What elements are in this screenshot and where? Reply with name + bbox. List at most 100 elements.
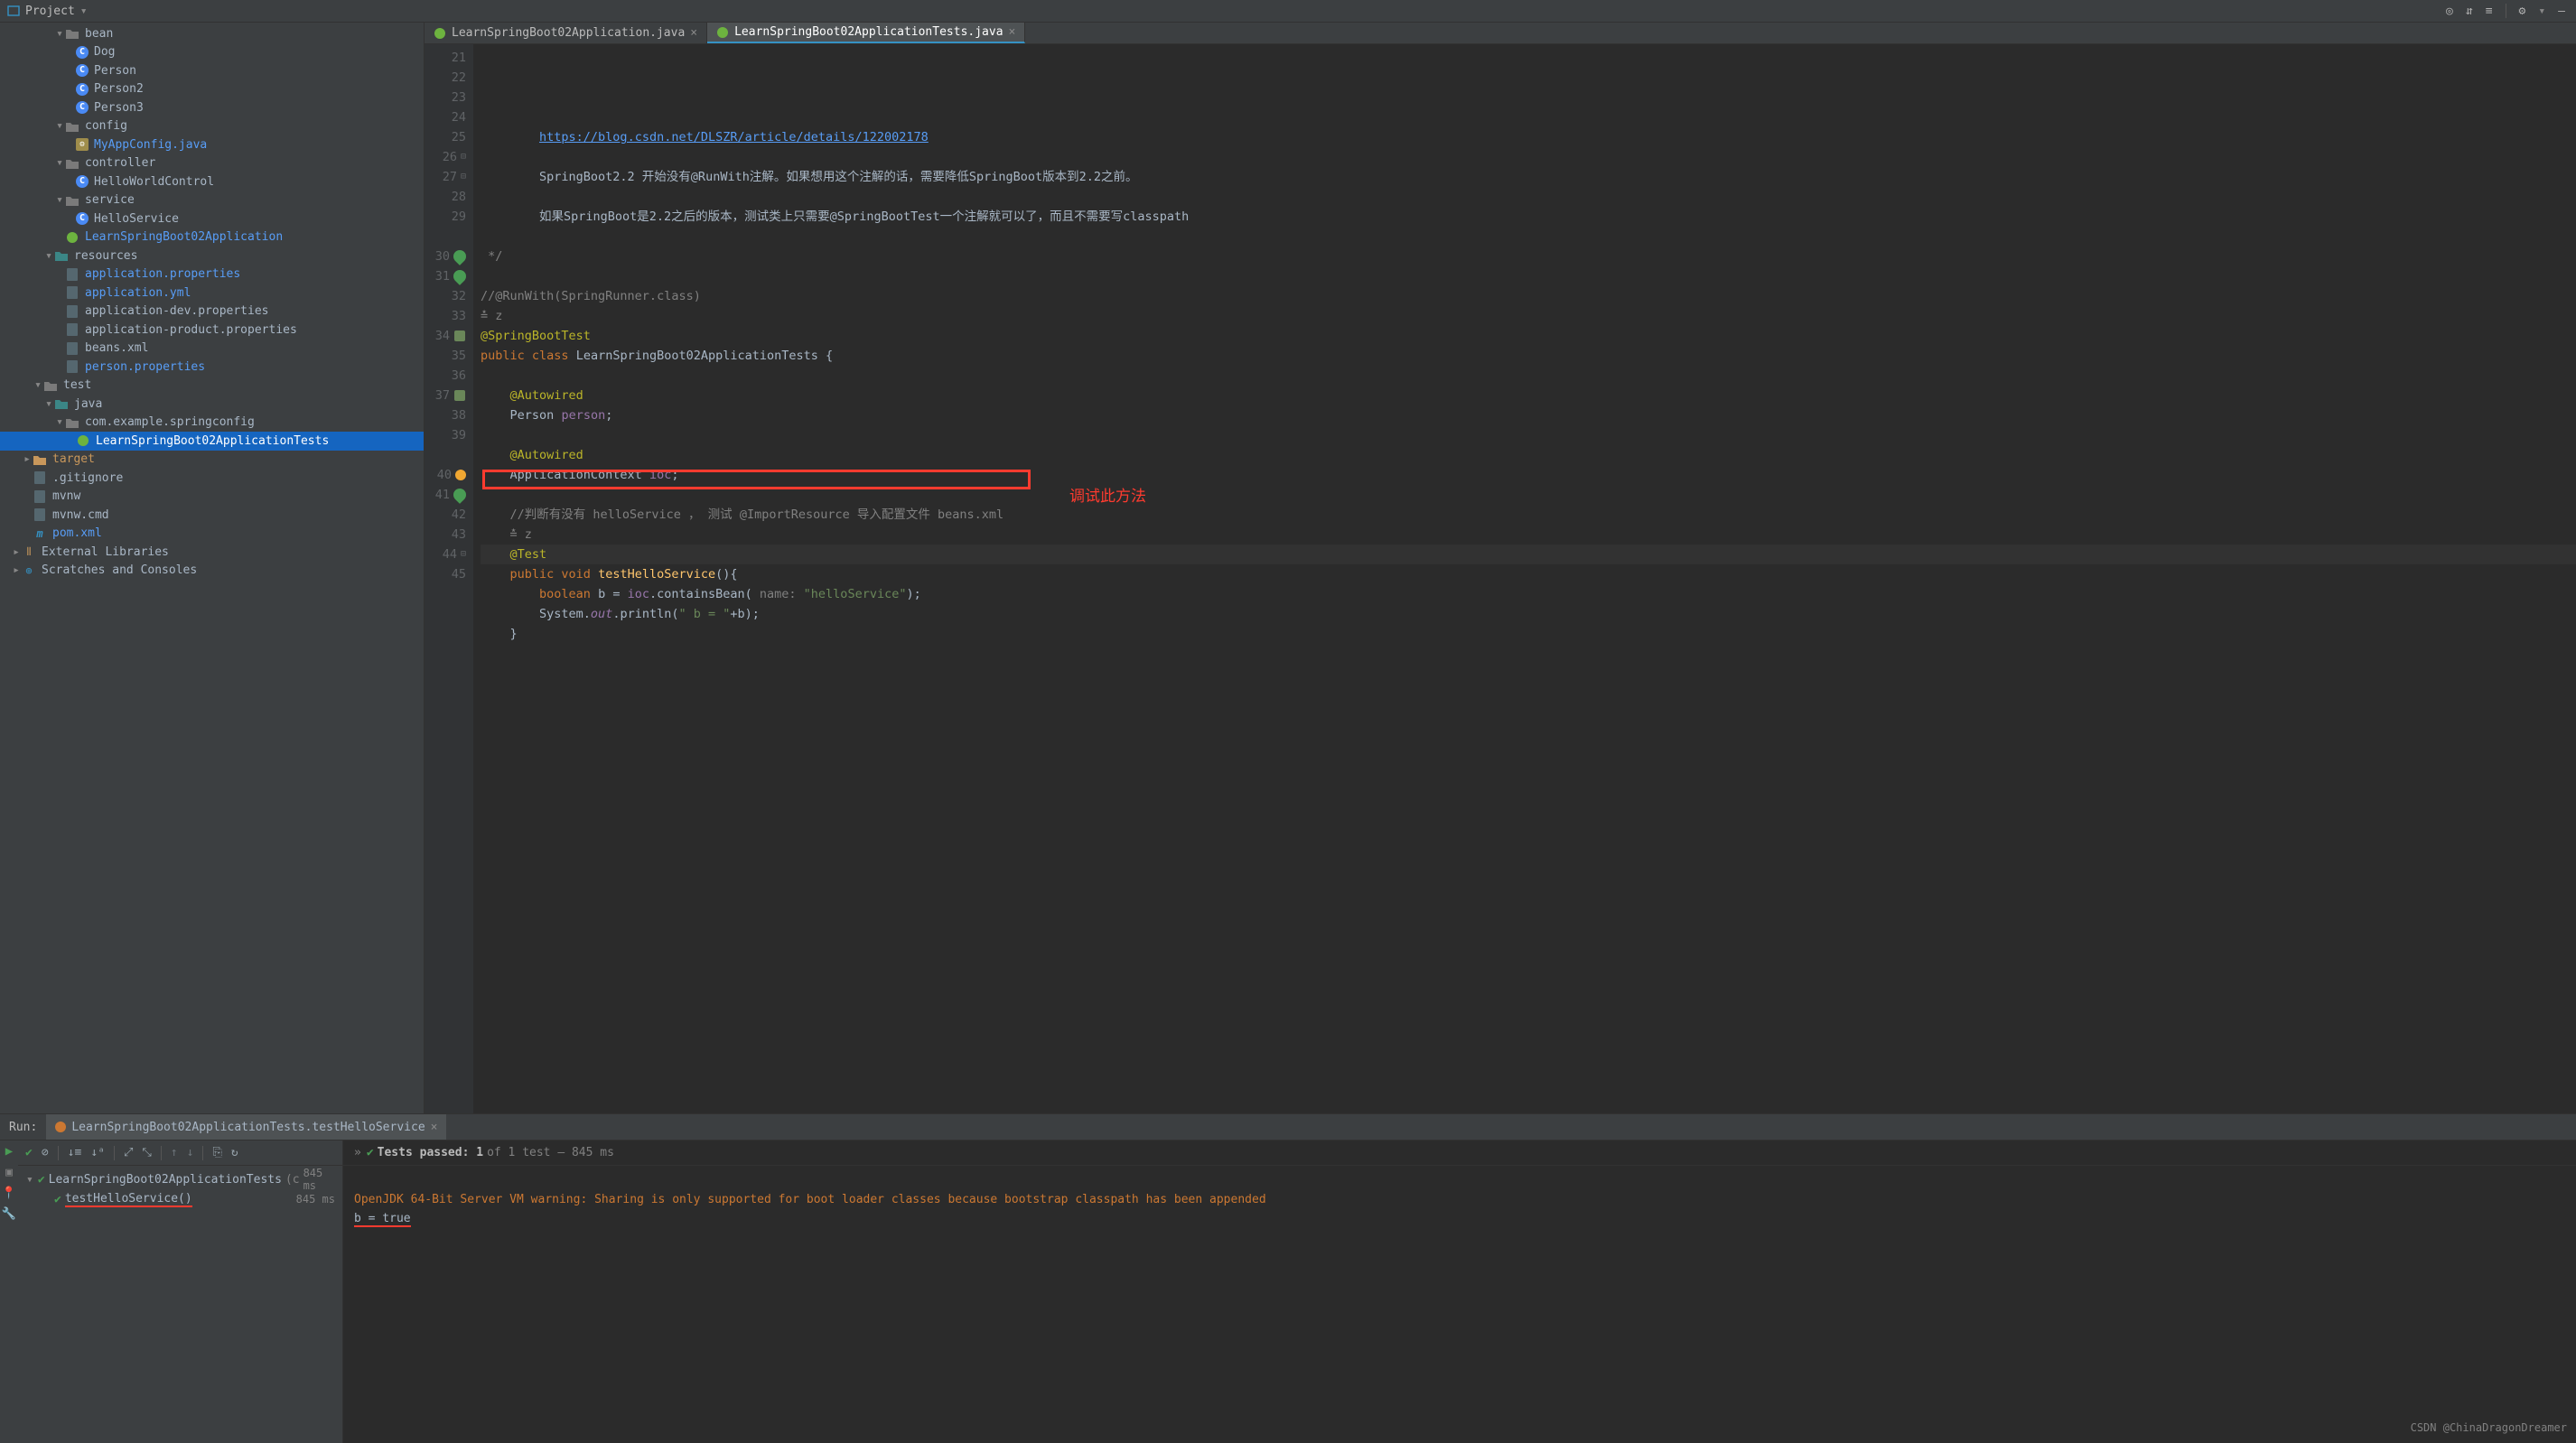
tree-item[interactable]: mvnw.cmd xyxy=(0,506,424,525)
code-line[interactable]: @Test xyxy=(481,545,2576,564)
tree-item[interactable]: ▾service xyxy=(0,191,424,210)
code-line[interactable]: @Autowired xyxy=(481,386,2576,405)
expand-caret-icon[interactable]: ▸ xyxy=(11,563,22,577)
code-line[interactable]: } xyxy=(481,624,2576,644)
code-line[interactable]: @SpringBootTest xyxy=(481,326,2576,346)
tree-item[interactable]: Person xyxy=(0,61,424,80)
collapse-all-icon[interactable]: ≡ xyxy=(2486,5,2493,18)
code-line[interactable]: boolean b = ioc.containsBean( name: "hel… xyxy=(481,584,2576,604)
code-line[interactable]: ≛ z xyxy=(481,306,2576,326)
tree-item[interactable]: person.properties xyxy=(0,358,424,377)
tree-item[interactable]: ▾com.example.springconfig xyxy=(0,414,424,433)
tree-item[interactable]: Person3 xyxy=(0,98,424,117)
tree-item[interactable]: ▸⊕Scratches and Consoles xyxy=(0,562,424,581)
tree-item[interactable]: ▾config xyxy=(0,117,424,136)
code-line[interactable]: SpringBoot2.2 开始没有@RunWith注解。如果想用这个注解的话，… xyxy=(481,167,2576,187)
gear-icon[interactable]: ⚙ xyxy=(2519,5,2526,18)
code-line[interactable]: https://blog.csdn.net/DLSZR/article/deta… xyxy=(481,127,2576,147)
code-line[interactable] xyxy=(481,147,2576,167)
chevron-down-icon[interactable]: ▾ xyxy=(2538,5,2545,18)
sort-alpha-icon[interactable]: ↓ᵃ xyxy=(90,1146,105,1159)
hide-icon[interactable]: — xyxy=(2558,5,2565,18)
tree-item[interactable]: ▸target xyxy=(0,451,424,470)
code-line[interactable] xyxy=(481,187,2576,207)
expand-caret-icon[interactable]: ▾ xyxy=(54,193,65,207)
code-line[interactable]: @Autowired xyxy=(481,445,2576,465)
tree-item[interactable]: application-product.properties xyxy=(0,321,424,340)
code-line[interactable] xyxy=(481,227,2576,247)
tree-item[interactable]: .gitignore xyxy=(0,469,424,488)
tree-item[interactable]: mpom.xml xyxy=(0,525,424,544)
expand-caret-icon[interactable]: ▾ xyxy=(43,249,54,263)
code-line[interactable] xyxy=(481,644,2576,664)
target-icon[interactable]: ◎ xyxy=(2446,5,2453,18)
tree-item[interactable]: beans.xml xyxy=(0,340,424,358)
tree-item[interactable]: Person2 xyxy=(0,80,424,99)
expand-caret-icon[interactable]: ▾ xyxy=(54,27,65,41)
code-line[interactable]: public void testHelloService(){ xyxy=(481,564,2576,584)
tree-item[interactable]: application.yml xyxy=(0,284,424,303)
expand-all-icon[interactable]: ⇵ xyxy=(2466,5,2473,18)
tree-item[interactable]: ⚙MyAppConfig.java xyxy=(0,135,424,154)
wrench-icon[interactable]: 🔧 xyxy=(2,1207,16,1221)
close-icon[interactable]: × xyxy=(690,26,697,40)
run-gutter-icon[interactable] xyxy=(451,267,469,285)
test-tree-item[interactable]: ✔testHelloService()845 ms xyxy=(18,1189,342,1209)
intention-bulb-icon[interactable] xyxy=(455,470,466,480)
ignore-filter-icon[interactable]: ⊘ xyxy=(42,1146,49,1159)
tree-item[interactable]: LearnSpringBoot02ApplicationTests xyxy=(0,432,424,451)
code-line[interactable]: public class LearnSpringBoot02Applicatio… xyxy=(481,346,2576,366)
test-tree-item[interactable]: ▾✔LearnSpringBoot02ApplicationTests (c84… xyxy=(18,1169,342,1189)
code-line[interactable]: ≛ z xyxy=(481,525,2576,545)
run-config-tab[interactable]: LearnSpringBoot02ApplicationTests.testHe… xyxy=(46,1114,446,1140)
code-line[interactable] xyxy=(481,266,2576,286)
code-editor[interactable]: 212223242526⊟27⊟282930313233343536373839… xyxy=(425,44,2576,1113)
tree-item[interactable]: application-dev.properties xyxy=(0,303,424,321)
expand-caret-icon[interactable]: ▾ xyxy=(54,415,65,429)
prev-icon[interactable]: ↑ xyxy=(171,1146,178,1159)
tree-item[interactable]: application.properties xyxy=(0,265,424,284)
close-icon[interactable]: × xyxy=(1009,25,1016,39)
expand-caret-icon[interactable]: ▸ xyxy=(22,452,33,466)
tree-item[interactable]: HelloService xyxy=(0,209,424,228)
pass-filter-icon[interactable]: ✔ xyxy=(25,1146,33,1159)
collapse-icon[interactable]: ⤡ xyxy=(142,1146,151,1159)
tests-tree[interactable]: ▾✔LearnSpringBoot02ApplicationTests (c84… xyxy=(18,1166,342,1443)
sort-icon[interactable]: ↓≡ xyxy=(68,1146,82,1159)
export-icon[interactable]: ⎘ xyxy=(212,1146,221,1159)
fold-icon[interactable]: ⊟ xyxy=(461,545,466,564)
tree-item[interactable]: ▸⫴External Libraries xyxy=(0,543,424,562)
tree-item[interactable]: ▾bean xyxy=(0,24,424,43)
rerun-icon[interactable]: ▶ xyxy=(5,1144,13,1159)
history-icon[interactable]: ↻ xyxy=(231,1146,238,1159)
tree-item[interactable]: ▾java xyxy=(0,395,424,414)
tree-item[interactable]: ▾test xyxy=(0,377,424,396)
next-icon[interactable]: ↓ xyxy=(187,1146,194,1159)
bean-gutter-icon[interactable] xyxy=(453,330,466,342)
fold-icon[interactable]: ⊟ xyxy=(461,147,466,167)
editor-tab[interactable]: LearnSpringBoot02ApplicationTests.java× xyxy=(707,23,1025,43)
expand-caret-icon[interactable]: ▾ xyxy=(43,397,54,411)
more-icon[interactable]: » xyxy=(354,1146,361,1159)
expand-icon[interactable]: ⤢ xyxy=(124,1146,133,1159)
code-line[interactable]: */ xyxy=(481,247,2576,266)
expand-caret-icon[interactable]: ▾ xyxy=(25,1173,34,1187)
stop-icon[interactable]: ▣ xyxy=(5,1166,13,1179)
tree-item[interactable]: HelloWorldControl xyxy=(0,172,424,191)
code-line[interactable]: //@RunWith(SpringRunner.class) xyxy=(481,286,2576,306)
code-line[interactable]: ApplicationContext ioc; xyxy=(481,465,2576,485)
editor-code[interactable]: 调试此方法 https://blog.csdn.net/DLSZR/articl… xyxy=(473,44,2576,1113)
pin-icon[interactable]: 📍 xyxy=(2,1187,16,1200)
bean-gutter-icon[interactable] xyxy=(453,389,466,402)
close-icon[interactable]: × xyxy=(431,1121,438,1134)
expand-caret-icon[interactable]: ▾ xyxy=(54,119,65,133)
run-gutter-icon[interactable] xyxy=(451,486,469,504)
code-line[interactable] xyxy=(481,366,2576,386)
tree-item[interactable]: Dog xyxy=(0,43,424,62)
code-line[interactable]: //判断有没有 helloService ， 测试 @ImportResourc… xyxy=(481,505,2576,525)
code-line[interactable]: Person person; xyxy=(481,405,2576,425)
project-tree[interactable]: ▾beanDogPersonPerson2Person3▾config⚙MyAp… xyxy=(0,23,424,1113)
tree-item[interactable]: ▾resources xyxy=(0,247,424,265)
fold-icon[interactable]: ⊟ xyxy=(461,167,466,187)
expand-caret-icon[interactable]: ▾ xyxy=(54,156,65,170)
